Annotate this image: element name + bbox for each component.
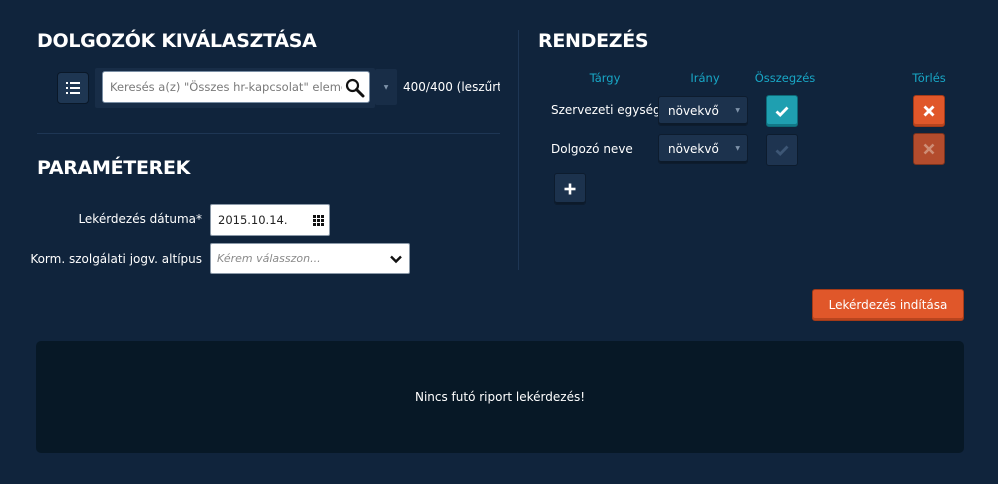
parameters-title: PARAMÉTEREK	[37, 157, 191, 179]
report-status-panel: Nincs futó riport lekérdezés!	[36, 341, 964, 453]
subtype-label: Korm. szolgálati jogv. altípus	[30, 252, 202, 266]
summary-toggle-button[interactable]	[766, 134, 798, 166]
close-icon	[923, 140, 935, 159]
plus-icon	[564, 180, 576, 199]
run-query-button[interactable]: Lekérdezés indítása	[812, 289, 964, 321]
report-empty-message: Nincs futó riport lekérdezés!	[414, 390, 586, 404]
list-icon	[66, 79, 80, 98]
add-sort-button[interactable]	[554, 173, 586, 205]
employee-search-box	[102, 71, 370, 103]
section-divider	[37, 133, 500, 134]
employees-title: DOLGOZÓK KIVÁLASZTÁSA	[37, 30, 317, 52]
sort-direction-select[interactable]: növekvő ▼	[658, 96, 748, 126]
sort-row-label: Dolgozó neve	[551, 142, 633, 156]
sort-row-label: Szervezeti egység	[551, 103, 661, 117]
column-divider	[518, 30, 519, 270]
employee-count: 400/400 (leszűrt/összes)	[403, 80, 500, 94]
search-scope-dropdown[interactable]: ▼	[375, 69, 397, 105]
subtype-placeholder: Kérem válasszon...	[217, 252, 321, 265]
calendar-grid-icon[interactable]	[313, 215, 324, 229]
caret-down-icon: ▼	[735, 145, 740, 152]
header-subject: Tárgy	[589, 71, 621, 85]
query-date-field[interactable]: 2015.10.14.	[210, 204, 330, 236]
employee-search-input[interactable]	[103, 72, 342, 102]
caret-down-icon: ▼	[383, 83, 389, 91]
header-delete: Törlés	[912, 71, 946, 85]
header-summary: Összegzés	[754, 71, 816, 85]
close-icon	[923, 102, 935, 121]
chevron-down-icon	[390, 254, 402, 267]
sort-direction-value: növekvő	[668, 104, 719, 118]
search-icon[interactable]	[345, 78, 365, 102]
list-view-button[interactable]	[57, 72, 89, 104]
delete-sort-button[interactable]	[913, 133, 945, 165]
delete-sort-button[interactable]	[913, 95, 945, 127]
sorting-title: RENDEZÉS	[538, 30, 649, 52]
check-icon	[775, 141, 789, 160]
date-label: Lekérdezés dátuma*	[78, 212, 202, 226]
caret-down-icon: ▼	[735, 107, 740, 114]
date-value: 2015.10.14.	[218, 213, 288, 227]
check-icon	[775, 102, 789, 121]
subtype-select[interactable]: Kérem válasszon...	[210, 243, 410, 274]
sort-direction-value: növekvő	[668, 142, 719, 156]
summary-toggle-button[interactable]	[766, 95, 798, 127]
sort-direction-select[interactable]: növekvő ▼	[658, 134, 748, 164]
header-direction: Irány	[690, 71, 720, 85]
